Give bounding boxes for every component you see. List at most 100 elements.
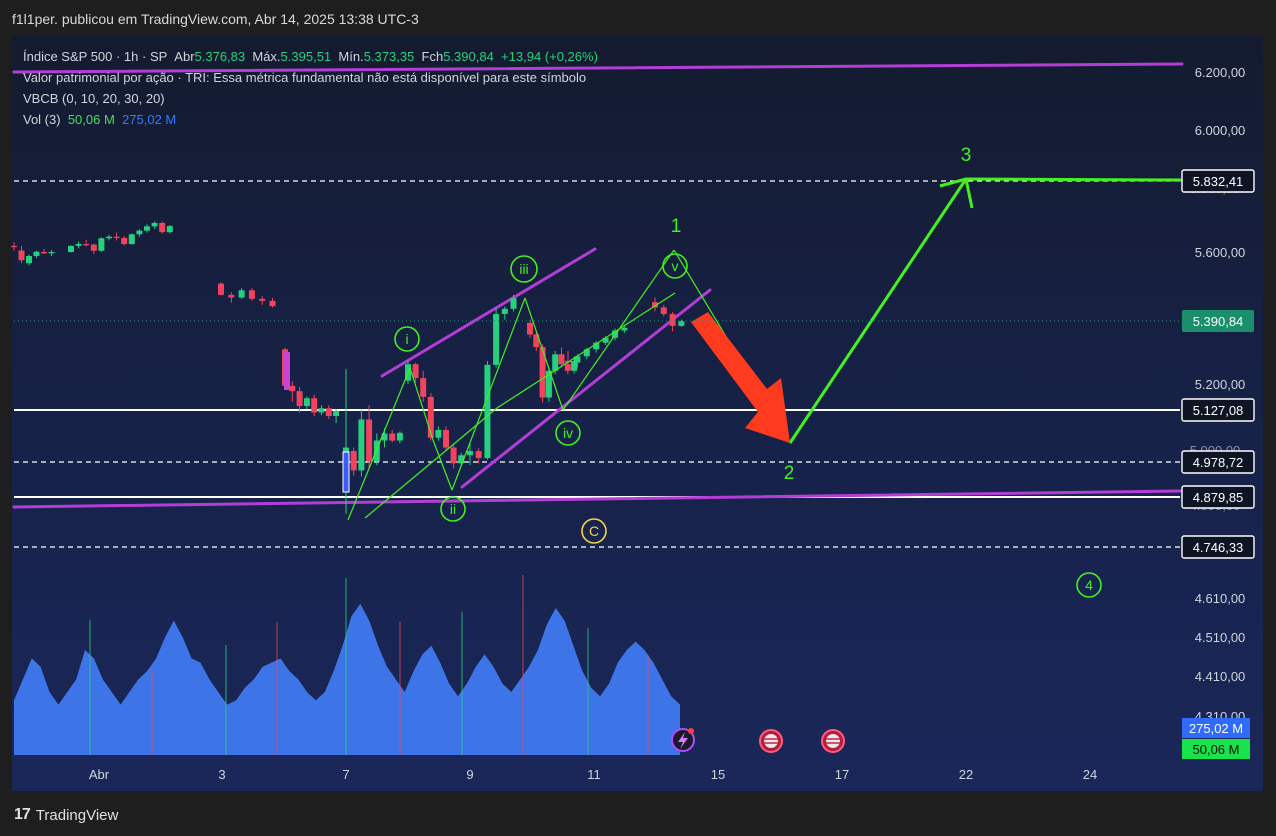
wave-label-text: v	[672, 258, 679, 274]
wave-label-text: iii	[519, 261, 528, 277]
candle-body	[218, 283, 224, 295]
candle-body	[296, 391, 303, 407]
us-flag-event-icon[interactable]	[821, 729, 845, 753]
candle-body	[660, 307, 667, 315]
candle-body	[166, 226, 173, 233]
candle-body	[113, 236, 120, 238]
price-chart[interactable]: iiiiiiivvC41236.200,006.000,005.600,005.…	[0, 0, 1276, 836]
price-level-tag: 5.127,08	[1181, 398, 1255, 422]
candle-body	[128, 234, 135, 245]
candle-body	[33, 251, 40, 256]
candle-body	[564, 364, 571, 371]
tradingview-logo-icon: 17	[14, 806, 31, 823]
candle-body	[450, 447, 457, 464]
x-tick-label: 3	[218, 767, 225, 782]
candle-body	[269, 300, 276, 307]
price-level-tag: 5.832,41	[1181, 169, 1255, 193]
y-tick-label: 4.410,00	[1195, 669, 1246, 684]
wave-label-c: C	[581, 518, 607, 544]
channel-line	[12, 62, 1184, 74]
candle-body	[11, 245, 17, 248]
event-dot	[688, 728, 694, 734]
wave-label-three: 3	[961, 145, 972, 166]
candle-body	[396, 432, 403, 441]
candle-body	[358, 419, 365, 471]
projection-line	[788, 177, 1183, 444]
wave-label-iv: iv	[555, 420, 581, 446]
candle-body	[475, 451, 482, 459]
wave-label-i: i	[394, 326, 420, 352]
price-tag-text: 4.746,33	[1193, 540, 1244, 555]
price-tag-text: 5.832,41	[1193, 174, 1244, 189]
wave-label-text: iv	[563, 425, 573, 441]
candle-body	[83, 244, 90, 246]
y-tick-label: 6.000,00	[1195, 123, 1246, 138]
tradingview-brand[interactable]: 17 TradingView	[14, 806, 118, 824]
candle-body	[621, 327, 628, 331]
candle-body	[136, 230, 143, 235]
candle-body	[106, 236, 112, 239]
wave-line	[496, 292, 676, 409]
candle-body	[48, 252, 55, 254]
y-tick-label: 4.610,00	[1195, 591, 1246, 606]
candle-body	[435, 430, 442, 438]
candle-body	[501, 308, 508, 315]
projection-arrow-icon	[691, 312, 790, 443]
candle-body	[90, 244, 97, 251]
candle-body	[366, 419, 373, 462]
x-tick-label: 24	[1083, 767, 1097, 782]
candle-body	[311, 398, 318, 413]
candle-body	[228, 294, 235, 298]
candle-body	[342, 451, 350, 493]
price-tag-text: 4.978,72	[1193, 455, 1244, 470]
volume-area	[14, 603, 680, 755]
x-tick-label: 11	[587, 767, 601, 782]
candle-body	[121, 237, 128, 245]
candle-body	[238, 290, 245, 298]
candle-body	[318, 408, 325, 413]
price-level-tag: 4.978,72	[1181, 450, 1255, 474]
candle-body	[284, 352, 290, 390]
wave-label-text: C	[589, 523, 599, 539]
wave-label-four: 4	[1076, 572, 1102, 598]
wave-label-text: 4	[1085, 577, 1093, 593]
candle-body	[467, 451, 473, 456]
candle-body	[558, 354, 565, 365]
x-tick-label: 22	[959, 767, 973, 782]
candle-body	[325, 408, 332, 416]
candle-body	[527, 322, 533, 335]
brand-name: TradingView	[35, 806, 119, 824]
channel-line	[12, 488, 1254, 509]
y-tick-label: 5.600,00	[1195, 245, 1246, 260]
wave-label-text: ii	[450, 501, 456, 517]
candle-body	[144, 226, 150, 231]
candle-body	[510, 298, 517, 309]
candle-body	[68, 245, 74, 252]
x-tick-label: 15	[711, 767, 725, 782]
candle-body	[159, 222, 166, 233]
candle-body	[389, 433, 396, 441]
candle-body	[151, 222, 158, 227]
wave-label-one: 1	[671, 216, 682, 237]
lightning-event-icon[interactable]	[671, 728, 695, 752]
wave-label-ii: ii	[440, 496, 466, 522]
wave-label-iii: iii	[510, 255, 538, 283]
candle-body	[333, 411, 340, 416]
x-tick-label: Abr	[89, 767, 110, 782]
candle-body	[678, 321, 685, 326]
candle-body	[669, 314, 676, 326]
volume-tag: 50,06 M	[1182, 739, 1250, 759]
price-tag-text: 4.879,85	[1193, 490, 1244, 505]
volume-tag: 275,02 M	[1182, 718, 1250, 738]
x-tick-label: 7	[342, 767, 349, 782]
x-tick-label: 9	[466, 767, 473, 782]
candle-body	[552, 354, 559, 371]
wave-label-text: i	[405, 331, 408, 347]
price-level-tag: 4.746,33	[1181, 535, 1255, 559]
candle-body	[493, 314, 500, 365]
candle-body	[41, 252, 47, 254]
candle-body	[484, 364, 491, 459]
price-tag-text: 5.390,84	[1193, 314, 1244, 329]
us-flag-event-icon[interactable]	[759, 729, 783, 753]
candle-body	[26, 255, 32, 264]
